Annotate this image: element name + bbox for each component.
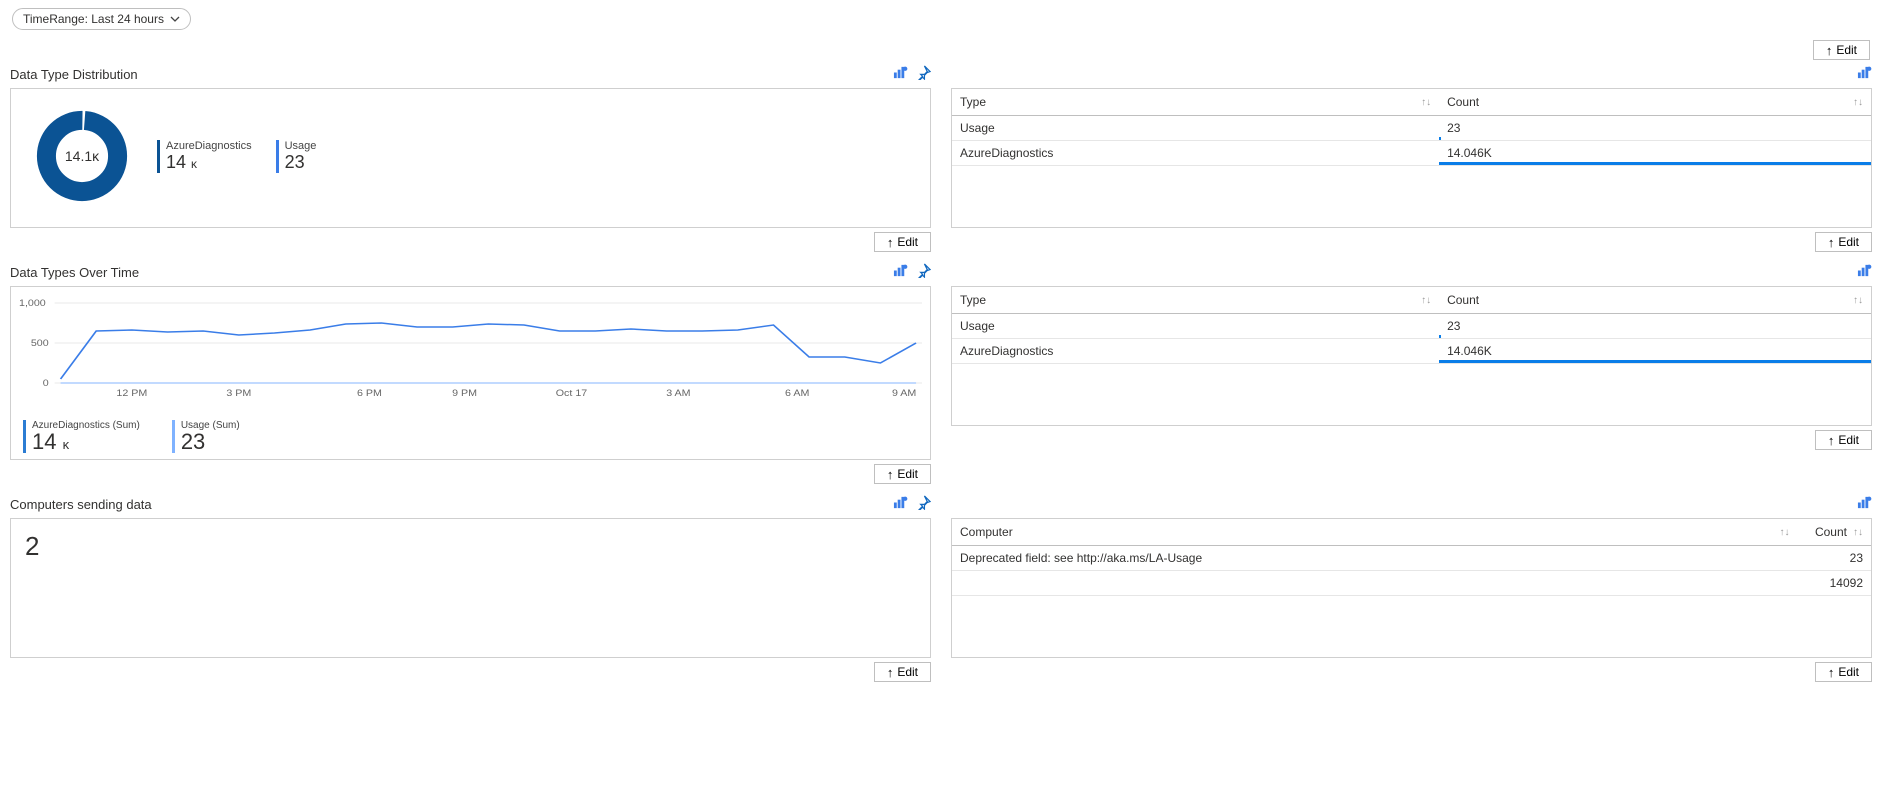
edit-button[interactable]: ↑Edit — [874, 464, 931, 484]
edit-button[interactable]: ↑Edit — [874, 232, 931, 252]
computers-count: 2 — [21, 529, 920, 564]
table-row[interactable]: Usage 23 — [952, 314, 1871, 339]
sort-icon: ↑↓ — [1853, 97, 1863, 108]
card-over-time-table: Type↑↓ Count↑↓ Usage 23 AzureDiagnostics… — [951, 262, 1872, 484]
arrow-up-icon: ↑ — [1828, 666, 1835, 679]
th-count[interactable]: Count↑↓ — [1439, 287, 1871, 314]
edit-button[interactable]: ↑Edit — [874, 662, 931, 682]
th-type[interactable]: Type↑↓ — [952, 89, 1439, 116]
table-row[interactable]: Usage 23 — [952, 116, 1871, 141]
card-data-types-over-time: Data Types Over Time 1,000 500 0 — [10, 262, 931, 484]
svg-text:12 PM: 12 PM — [116, 389, 147, 399]
log-analytics-icon[interactable] — [893, 263, 908, 281]
th-count[interactable]: Count↑↓ — [1797, 519, 1871, 546]
log-analytics-icon[interactable] — [1857, 263, 1872, 281]
svg-text:3 PM: 3 PM — [226, 389, 251, 399]
table-row[interactable]: AzureDiagnostics 14.046K — [952, 141, 1871, 166]
donut-total: 14.1ᴋ — [35, 109, 129, 203]
card-data-type-distribution: Data Type Distribution 14.1ᴋ — [10, 64, 931, 252]
legend-item: Usage (Sum) 23 — [172, 420, 240, 453]
arrow-up-icon: ↑ — [887, 468, 894, 481]
legend-label: Usage — [285, 140, 317, 152]
arrow-up-icon: ↑ — [1828, 236, 1835, 249]
svg-text:6 PM: 6 PM — [357, 389, 382, 399]
edit-button[interactable]: ↑Edit — [1815, 430, 1872, 450]
sort-icon: ↑↓ — [1853, 527, 1863, 538]
edit-button[interactable]: ↑Edit — [1815, 232, 1872, 252]
svg-text:1,000: 1,000 — [19, 299, 46, 309]
type-count-table: Type↑↓ Count↑↓ Usage 23 AzureDiagnostics… — [952, 287, 1871, 364]
legend-item: Usage 23 — [276, 140, 317, 173]
svg-text:Oct 17: Oct 17 — [556, 389, 587, 399]
log-analytics-icon[interactable] — [1857, 65, 1872, 83]
legend-value: 23 — [285, 152, 305, 172]
log-analytics-icon[interactable] — [893, 65, 908, 83]
log-analytics-icon[interactable] — [893, 495, 908, 513]
legend-item: AzureDiagnostics (Sum) 14 ᴋ — [23, 420, 140, 453]
pin-icon[interactable] — [916, 495, 931, 513]
arrow-up-icon: ↑ — [1828, 434, 1835, 447]
computer-count-table: Computer↑↓ Count↑↓ Deprecated field: see… — [952, 519, 1871, 596]
card-distribution-table: Type↑↓ Count↑↓ Usage 23 AzureDiagnostics… — [951, 64, 1872, 252]
pin-icon[interactable] — [916, 263, 931, 281]
arrow-up-icon: ↑ — [887, 666, 894, 679]
svg-text:9 PM: 9 PM — [452, 389, 477, 399]
arrow-up-icon: ↑ — [1826, 44, 1833, 57]
card-computers-sending-data: Computers sending data 2 ↑Edit — [10, 494, 931, 682]
legend-item: AzureDiagnostics 14 ᴋ — [157, 140, 252, 173]
log-analytics-icon[interactable] — [1857, 495, 1872, 513]
table-row[interactable]: Deprecated field: see http://aka.ms/LA-U… — [952, 546, 1871, 571]
sort-icon: ↑↓ — [1421, 295, 1431, 306]
pin-icon[interactable] — [916, 65, 931, 83]
table-row[interactable]: 14092 — [952, 571, 1871, 596]
line-chart: 1,000 500 0 12 PM 3 PM 6 PM 9 PM Oct 17 … — [19, 293, 922, 413]
svg-text:0: 0 — [43, 379, 49, 389]
th-count[interactable]: Count↑↓ — [1439, 89, 1871, 116]
time-range-dropdown[interactable]: TimeRange: Last 24 hours — [12, 8, 191, 30]
edit-button[interactable]: ↑Edit — [1815, 662, 1872, 682]
card-title: Data Type Distribution — [10, 67, 138, 82]
svg-text:9 AM: 9 AM — [892, 389, 916, 399]
legend-label: AzureDiagnostics — [166, 140, 252, 152]
edit-button-top[interactable]: ↑ Edit — [1813, 40, 1870, 60]
svg-text:6 AM: 6 AM — [785, 389, 809, 399]
card-computer-table: Computer↑↓ Count↑↓ Deprecated field: see… — [951, 494, 1872, 682]
card-title: Data Types Over Time — [10, 265, 139, 280]
edit-label: Edit — [1836, 43, 1857, 57]
legend-value: 14 — [166, 152, 186, 172]
table-row[interactable]: AzureDiagnostics 14.046K — [952, 339, 1871, 364]
donut-chart: 14.1ᴋ — [35, 109, 129, 203]
th-type[interactable]: Type↑↓ — [952, 287, 1439, 314]
svg-text:500: 500 — [31, 339, 49, 349]
time-range-label: TimeRange: Last 24 hours — [23, 12, 164, 26]
th-computer[interactable]: Computer↑↓ — [952, 519, 1797, 546]
sort-icon: ↑↓ — [1779, 527, 1789, 538]
card-title: Computers sending data — [10, 497, 152, 512]
type-count-table: Type↑↓ Count↑↓ Usage 23 AzureDiagnostics… — [952, 89, 1871, 166]
sort-icon: ↑↓ — [1853, 295, 1863, 306]
sort-icon: ↑↓ — [1421, 97, 1431, 108]
svg-text:3 AM: 3 AM — [666, 389, 690, 399]
arrow-up-icon: ↑ — [887, 236, 894, 249]
chevron-down-icon — [170, 14, 180, 24]
